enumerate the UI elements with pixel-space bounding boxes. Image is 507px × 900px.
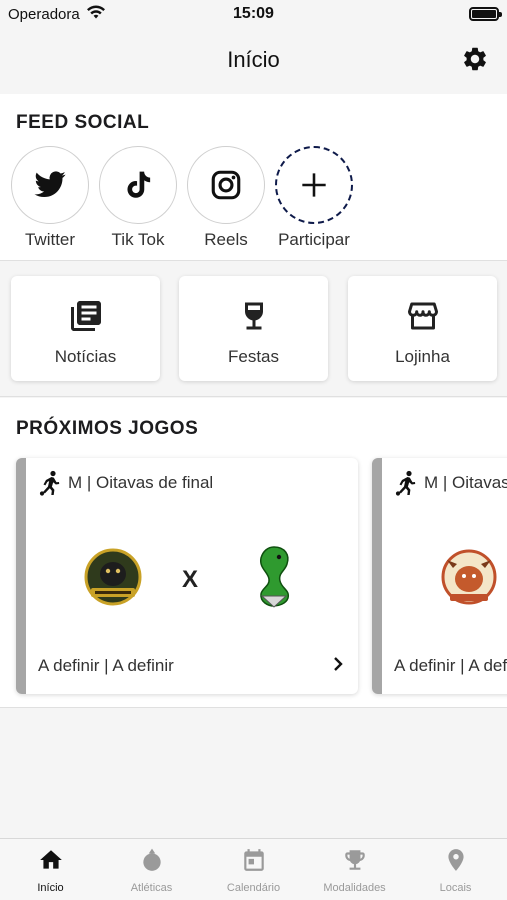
settings-gear-icon[interactable] [461,45,489,73]
tab-label: Início [37,882,64,894]
feed-social-section: FEED SOCIAL Twitter Tik Tok Reels Partic… [0,94,507,261]
tab-modalidades[interactable]: Modalidades [304,839,405,900]
tab-bar: Início Atléticas Calendário Modalidades … [0,838,507,900]
game-card[interactable]: M | Oitavas de final X A definir | A def… [16,458,358,694]
tab-calendario[interactable]: Calendário [203,839,304,900]
card-stripe [372,458,382,694]
tab-atleticas[interactable]: Atléticas [101,839,202,900]
calendar-icon [244,849,264,871]
tile-noticias[interactable]: Notícias [11,276,160,381]
page-title: Início [227,47,280,72]
tab-label: Atléticas [130,882,173,894]
home-icon [40,850,62,869]
tile-label: Notícias [54,347,117,366]
social-item-reels[interactable]: Reels [187,146,265,250]
shortcut-tiles: Notícias Festas Lojinha [0,262,507,397]
participar-circle[interactable] [275,146,353,224]
newspaper-icon [71,301,101,331]
trophy-icon [345,850,365,870]
tile-festas[interactable]: Festas [179,276,328,381]
tab-inicio[interactable]: Início [0,839,101,900]
tab-label: Calendário [226,882,281,894]
social-label: Twitter [24,230,76,249]
social-label: Participar [278,230,350,249]
status-time: 15:09 [233,5,274,22]
team-logo-bull [441,549,497,605]
location-pin-icon [448,849,464,871]
category-text: M | Oitavas de final [68,473,214,492]
chevron-right-icon[interactable] [332,656,344,672]
social-label: Reels [204,230,248,249]
social-item-twitter[interactable]: Twitter [11,146,89,250]
versus-label: X [182,566,199,593]
twitter-circle[interactable] [11,146,89,224]
store-icon [408,302,438,330]
tab-label: Locais [439,882,472,894]
game-card[interactable]: M | Oitavas de final X A definir | A def… [372,458,507,694]
social-item-tiktok[interactable]: Tik Tok [99,146,177,250]
tab-label: Modalidades [323,882,386,894]
card-stripe [16,458,26,694]
main-content[interactable]: FEED SOCIAL Twitter Tik Tok Reels Partic… [0,94,507,838]
proximos-jogos-title: PRÓXIMOS JOGOS [16,418,199,439]
tab-locais[interactable]: Locais [405,839,506,900]
game-venue: A definir | A definir [394,656,507,675]
tiktok-icon [127,171,151,198]
twitter-icon [34,171,66,198]
social-label: Tik Tok [111,230,165,249]
reels-circle[interactable] [187,146,265,224]
soccer-player-icon [39,470,60,496]
status-bar: Operadora 15:09 [0,0,507,30]
battery-icon [469,7,502,21]
game-category: M | Oitavas de final [394,470,507,496]
tile-label: Festas [227,347,280,366]
team-logo-iguana [259,546,290,608]
soccer-player-icon [395,470,416,496]
proximos-jogos-section: PRÓXIMOS JOGOS M | Oitavas de final X A … [0,398,507,708]
instagram-icon [211,170,241,200]
game-venue: A definir | A definir [38,656,174,675]
atleticas-icon [143,848,161,871]
tile-lojinha[interactable]: Lojinha [348,276,497,381]
team-logo-gorilla [84,548,142,606]
plus-icon [302,173,326,197]
wine-glass-icon [245,302,263,330]
social-item-participar[interactable]: Participar [275,146,353,250]
tiktok-circle[interactable] [99,146,177,224]
feed-social-title: FEED SOCIAL [16,112,150,133]
game-category: M | Oitavas de final [38,470,213,496]
navigation-bar: Início [0,30,507,94]
tile-label: Lojinha [395,347,450,366]
category-text: M | Oitavas de final [424,473,507,492]
